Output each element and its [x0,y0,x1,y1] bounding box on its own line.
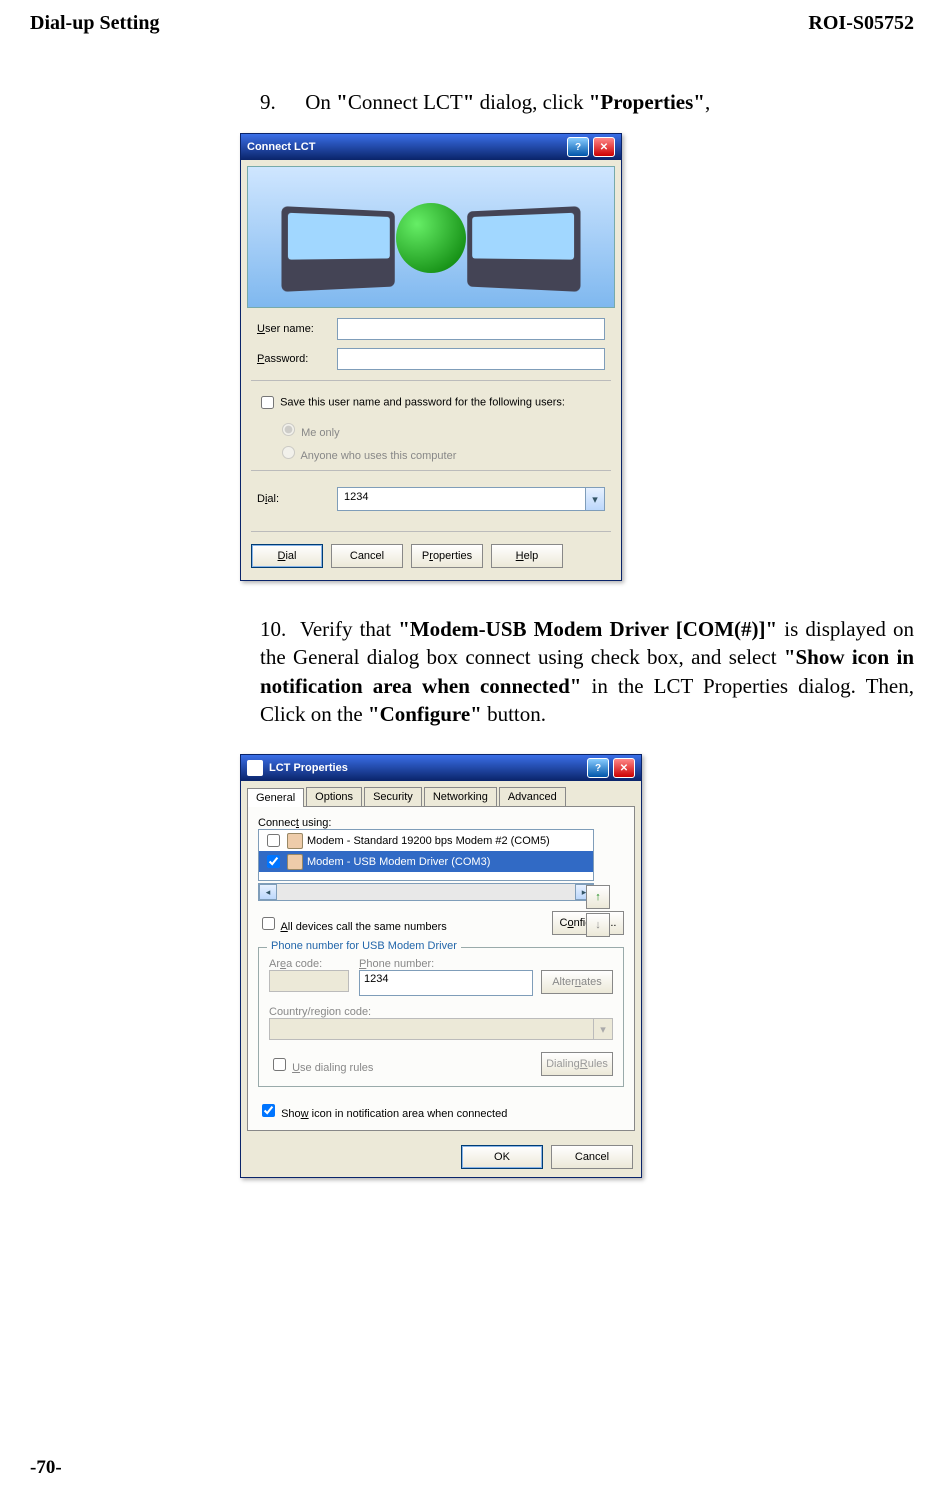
use-dialing-rules-checkbox[interactable] [273,1058,286,1071]
properties-button[interactable]: Properties [411,544,483,568]
cancel-button[interactable]: Cancel [551,1145,633,1169]
show-icon-checkbox[interactable] [262,1104,275,1117]
modem-icon [287,854,303,870]
tabs: General Options Security Networking Adva… [241,781,641,806]
help-button[interactable]: Help [491,544,563,568]
chevron-down-icon: ▾ [593,1019,612,1039]
tab-general[interactable]: General [247,788,304,807]
dial-label: Dial: [257,493,337,505]
modem-icon [287,833,303,849]
lct-properties-title: LCT Properties [269,762,583,774]
anyone-label: Anyone who uses this computer [300,450,456,462]
modem1-checkbox[interactable] [267,834,280,847]
dial-value: 1234 [338,488,604,506]
alternates-button[interactable]: Alternates [541,970,613,994]
connect-banner [247,166,615,308]
save-credentials-checkbox[interactable] [261,396,274,409]
area-code-input [269,970,349,992]
list-item[interactable]: Modem - Standard 19200 bps Modem #2 (COM… [259,830,593,851]
modem-listbox[interactable]: Modem - Standard 19200 bps Modem #2 (COM… [258,829,594,881]
step-9-num: 9. [260,90,300,115]
list-item[interactable]: Modem - USB Modem Driver (COM3) [259,851,593,872]
app-icon [247,760,263,776]
group-title: Phone number for USB Modem Driver [267,940,461,952]
country-label: Country/region code: [269,1006,613,1018]
password-input[interactable] [337,348,605,370]
dial-button[interactable]: Dial [251,544,323,568]
tab-networking[interactable]: Networking [424,787,497,806]
connect-using-label: Connect using: [258,817,624,829]
me-only-radio [282,423,295,436]
laptop-icon [467,206,580,292]
globe-icon [396,203,466,273]
move-up-button[interactable]: ↑ [586,885,610,909]
lct-properties-dialog: LCT Properties ? ✕ General Options Secur… [240,754,642,1178]
step-10-num: 10. [260,615,300,643]
dial-combo[interactable]: 1234 ▾ [337,487,605,511]
page-number: -70- [30,1457,62,1479]
connect-lct-title: Connect LCT [247,141,563,153]
all-devices-row: All devices call the same numbers [258,914,447,933]
anyone-radio [282,446,295,459]
chevron-down-icon[interactable]: ▾ [585,488,604,510]
phone-number-group: Phone number for USB Modem Driver Area c… [258,947,624,1087]
separator [251,470,611,471]
cancel-button[interactable]: Cancel [331,544,403,568]
all-devices-checkbox[interactable] [262,917,275,930]
close-icon[interactable]: ✕ [613,758,635,778]
me-only-label: Me only [301,427,340,439]
dialing-rules-button: Dialing Rules [541,1052,613,1076]
show-icon-label: Show icon in notification area when conn… [281,1108,507,1120]
laptop-icon [281,206,394,292]
username-label: User name: [257,323,337,335]
close-icon[interactable]: ✕ [593,137,615,157]
phone-number-label: Phone number: [359,958,613,970]
separator [251,380,611,381]
all-devices-label: All devices call the same numbers [280,921,446,933]
password-label: Password: [257,353,337,365]
connect-lct-titlebar: Connect LCT ? ✕ [241,134,621,160]
ok-button[interactable]: OK [461,1145,543,1169]
tab-security[interactable]: Security [364,787,422,806]
step-9: 9. On "Connect LCT" dialog, click "Prope… [260,90,914,115]
username-input[interactable] [337,318,605,340]
scroll-left-icon[interactable]: ◂ [259,884,277,900]
tab-options[interactable]: Options [306,787,362,806]
save-credentials-label: Save this user name and password for the… [280,396,565,408]
modem2-label: Modem - USB Modem Driver (COM3) [307,856,490,868]
step-10: 10. Verify that "Modem-USB Modem Driver … [260,615,914,728]
use-dialing-rules-label: Use dialing rules [292,1062,373,1074]
separator [251,531,611,532]
modem1-label: Modem - Standard 19200 bps Modem #2 (COM… [307,835,550,847]
connect-lct-dialog: Connect LCT ? ✕ User name: Password: Sav… [240,133,622,581]
modem2-checkbox[interactable] [267,855,280,868]
step-9-text: On "Connect LCT" dialog, click "Properti… [305,90,710,114]
horizontal-scrollbar[interactable]: ◂ ▸ [258,883,594,901]
help-icon[interactable]: ? [587,758,609,778]
phone-number-input[interactable]: 1234 [359,970,533,996]
step-10-text: Verify that "Modem-USB Modem Driver [COM… [260,617,914,726]
move-down-button[interactable]: ↓ [586,913,610,937]
header-right: ROI-S05752 [808,12,914,35]
header-left: Dial-up Setting [30,12,159,35]
tab-advanced[interactable]: Advanced [499,787,566,806]
area-code-label: Area code: [269,958,349,970]
lct-properties-titlebar: LCT Properties ? ✕ [241,755,641,781]
help-icon[interactable]: ? [567,137,589,157]
country-combo: ▾ [269,1018,613,1040]
